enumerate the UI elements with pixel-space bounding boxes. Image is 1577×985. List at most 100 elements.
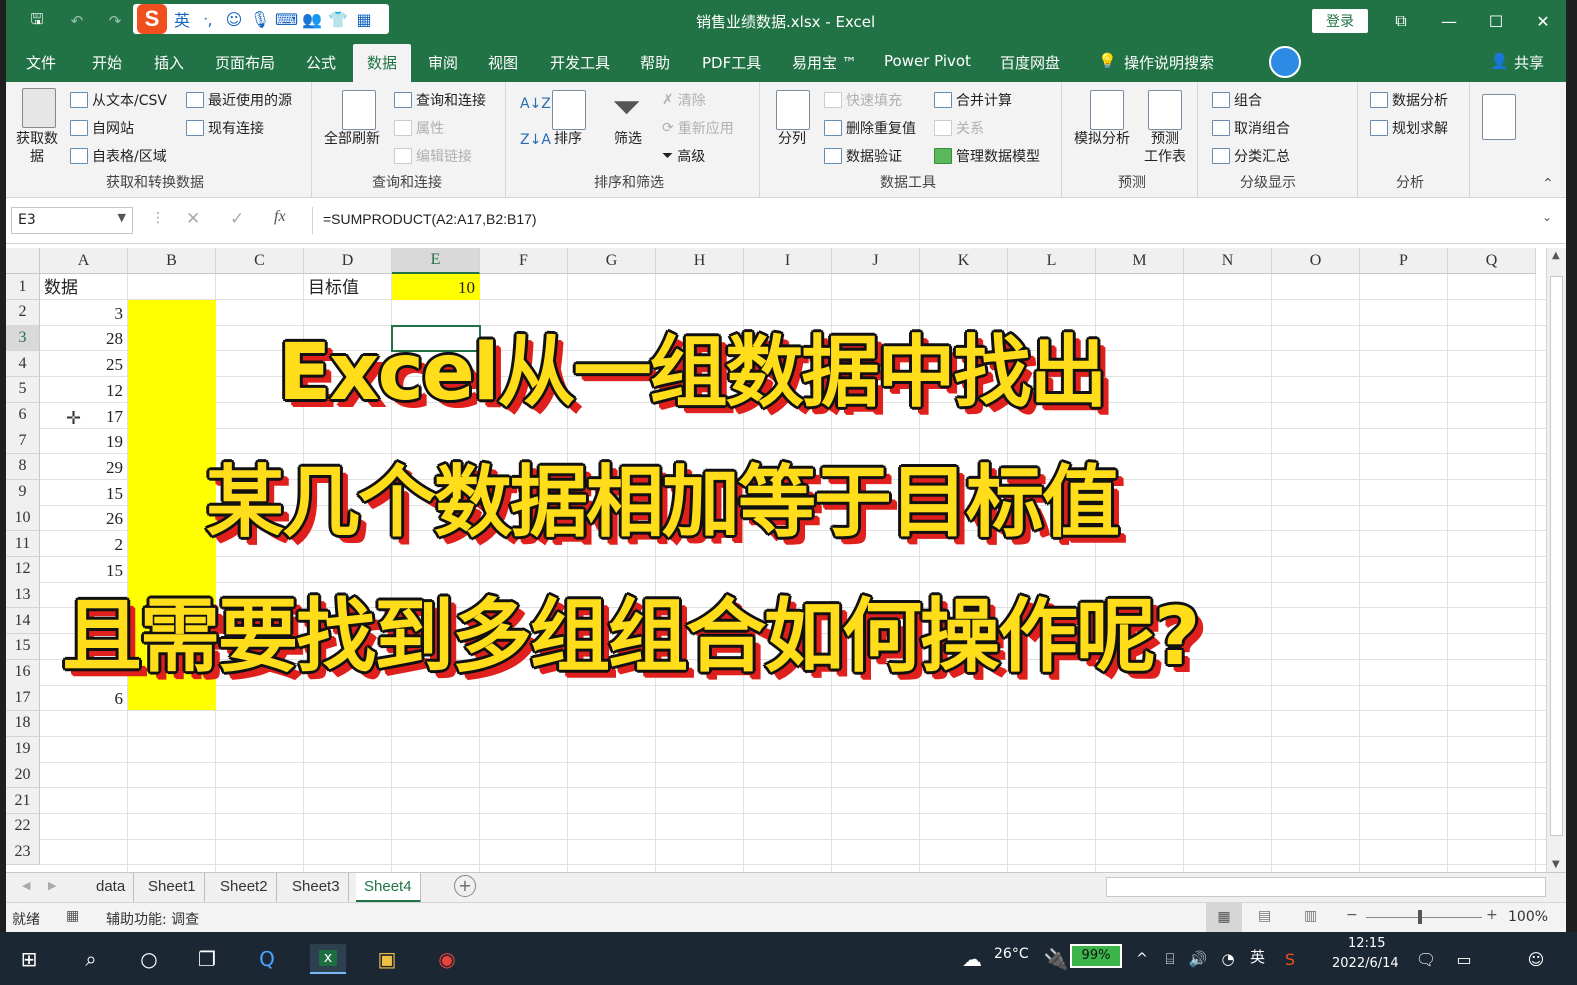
row-header-6[interactable]: 6 (6, 402, 40, 429)
row-header-9[interactable]: 9 (6, 479, 40, 506)
data-analysis-button[interactable]: 数据分析 (1370, 90, 1448, 110)
tab-formulas[interactable]: 公式 (306, 52, 336, 73)
windows-start-icon[interactable]: ⊞ (14, 944, 44, 974)
column-header-p[interactable]: P (1360, 248, 1448, 274)
tab-review[interactable]: 审阅 (428, 52, 458, 73)
insert-function-button[interactable]: fx (274, 208, 286, 226)
weather-icon[interactable]: ☁ (962, 944, 982, 974)
image-app-icon[interactable]: ▣ (372, 944, 402, 974)
ime-emoji-icon[interactable]: ☺ (223, 10, 245, 29)
consolidate-button[interactable]: 合并计算 (934, 90, 1012, 110)
data-validation-button[interactable]: 数据验证 (824, 146, 902, 166)
row-header-7[interactable]: 7 (6, 428, 40, 455)
row-header-11[interactable]: 11 (6, 531, 40, 557)
column-header-d[interactable]: D (304, 248, 392, 274)
login-button[interactable]: 登录 (1312, 9, 1368, 33)
column-header-n[interactable]: N (1184, 248, 1272, 274)
tab-data[interactable]: 数据 (353, 44, 412, 82)
tab-baidu-netdisk[interactable]: 百度网盘 (1000, 52, 1060, 73)
wifi-icon[interactable]: ◔ (1218, 944, 1238, 974)
solver-button[interactable]: 规划求解 (1370, 118, 1448, 138)
zoom-slider[interactable] (1366, 917, 1482, 918)
tab-file[interactable]: 文件 (26, 52, 56, 73)
ime-toolbar[interactable]: S 英 ᐧ, ☺ 🎙 ⌨ 👥 👕 ▦ (133, 4, 389, 34)
column-header-m[interactable]: M (1096, 248, 1184, 274)
advanced-button[interactable]: ⏷ 高级 (662, 146, 705, 166)
forecast-sheet-button[interactable]: 预测 工作表 (1144, 130, 1186, 166)
sheet-tab-sheet2[interactable]: Sheet2 (212, 873, 277, 902)
get-data-button[interactable]: 获取数 据 (16, 130, 58, 166)
column-header-j[interactable]: J (832, 248, 920, 274)
text-to-columns-button[interactable]: 分列 (778, 130, 806, 148)
row-header-12[interactable]: 12 (6, 556, 40, 583)
scroll-down-icon[interactable]: ▼ (1552, 859, 1560, 870)
column-header-a[interactable]: A (40, 248, 128, 274)
save-icon[interactable]: 🖫 (24, 8, 50, 34)
zoom-in-icon[interactable]: + (1486, 907, 1498, 923)
column-header-h[interactable]: H (656, 248, 744, 274)
tab-view[interactable]: 视图 (488, 52, 518, 73)
column-header-f[interactable]: F (480, 248, 568, 274)
search-icon[interactable]: ⌕ (76, 944, 106, 974)
zoom-out-icon[interactable]: − (1346, 907, 1358, 923)
remove-duplicates-button[interactable]: 删除重复值 (824, 118, 916, 138)
column-header-l[interactable]: L (1008, 248, 1096, 274)
minimize-icon[interactable]: — (1434, 8, 1464, 34)
normal-view-icon[interactable]: ▦ (1206, 903, 1242, 932)
page-break-view-icon[interactable]: ▥ (1304, 908, 1317, 924)
cell-a9[interactable]: 15 (40, 481, 128, 506)
cell-a7[interactable]: 19 (40, 429, 128, 454)
row-header-17[interactable]: 17 (6, 685, 40, 712)
queries-connections-button[interactable]: 查询和连接 (394, 90, 486, 110)
undo-icon[interactable]: ↶ (64, 8, 90, 34)
cell-a4[interactable]: 25 (40, 352, 128, 377)
column-header-c[interactable]: C (216, 248, 304, 274)
tab-pdf-tools[interactable]: PDF工具 (702, 52, 761, 73)
notification-badge-icon[interactable]: 🗨 (1414, 944, 1438, 974)
clear-button[interactable]: ✗ 清除 (662, 90, 706, 110)
maximize-icon[interactable]: ☐ (1481, 8, 1511, 34)
column-header-q[interactable]: Q (1448, 248, 1536, 274)
column-header-o[interactable]: O (1272, 248, 1360, 274)
network-icon[interactable]: ⌸ (1160, 944, 1180, 974)
cell-a3[interactable]: 28 (40, 326, 128, 351)
cell-a17[interactable]: 6 (40, 686, 128, 711)
cell-e1[interactable]: 10 (392, 275, 480, 300)
cell-a5[interactable]: 12 (40, 378, 128, 403)
sort-button[interactable]: 排序 (554, 130, 582, 148)
sheet-tab-sheet4[interactable]: Sheet4 (356, 873, 421, 903)
chevron-down-icon[interactable]: ▼ (118, 211, 126, 224)
horizontal-scrollbar[interactable] (1106, 877, 1546, 897)
ribbon-display-icon[interactable]: ⧉ (1386, 8, 1416, 34)
select-all-corner[interactable] (6, 248, 40, 274)
chat-icon[interactable]: ☺ (1524, 944, 1548, 974)
column-header-i[interactable]: I (744, 248, 832, 274)
chevron-up-icon[interactable]: ^ (1132, 944, 1152, 974)
row-header-21[interactable]: 21 (6, 788, 40, 814)
from-web-button[interactable]: 自网站 (70, 118, 134, 138)
row-header-10[interactable]: 10 (6, 505, 40, 532)
tab-page-layout[interactable]: 页面布局 (215, 52, 275, 73)
weather-temp[interactable]: 26°C (994, 946, 1029, 962)
page-layout-view-icon[interactable]: ▤ (1258, 908, 1271, 924)
manage-data-model-button[interactable]: 管理数据模型 (934, 146, 1040, 166)
column-header-e[interactable]: E (392, 248, 480, 274)
recent-sources-button[interactable]: 最近使用的源 (186, 90, 292, 110)
cell-d1[interactable]: 目标值 (308, 275, 359, 300)
cell-a11[interactable]: 2 (40, 532, 128, 557)
row-header-1[interactable]: 1 (6, 274, 40, 300)
group-button[interactable]: 组合 (1212, 90, 1262, 110)
sheet-tab-sheet3[interactable]: Sheet3 (284, 873, 349, 902)
vertical-scrollbar[interactable]: ▲ ▼ (1546, 248, 1566, 872)
cell-a10[interactable]: 26 (40, 506, 128, 531)
properties-button[interactable]: 属性 (394, 118, 444, 138)
close-icon[interactable]: ✕ (1528, 8, 1558, 34)
row-header-20[interactable]: 20 (6, 762, 40, 789)
input-lang[interactable]: 英 (1250, 946, 1265, 967)
relationships-button[interactable]: 关系 (934, 118, 984, 138)
row-header-3[interactable]: 3 (6, 325, 40, 352)
reapply-button[interactable]: ⟳ 重新应用 (662, 118, 734, 138)
tab-insert[interactable]: 插入 (154, 52, 184, 73)
prev-sheet-icon[interactable]: ◀ (22, 879, 30, 892)
from-table-button[interactable]: 自表格/区域 (70, 146, 167, 166)
